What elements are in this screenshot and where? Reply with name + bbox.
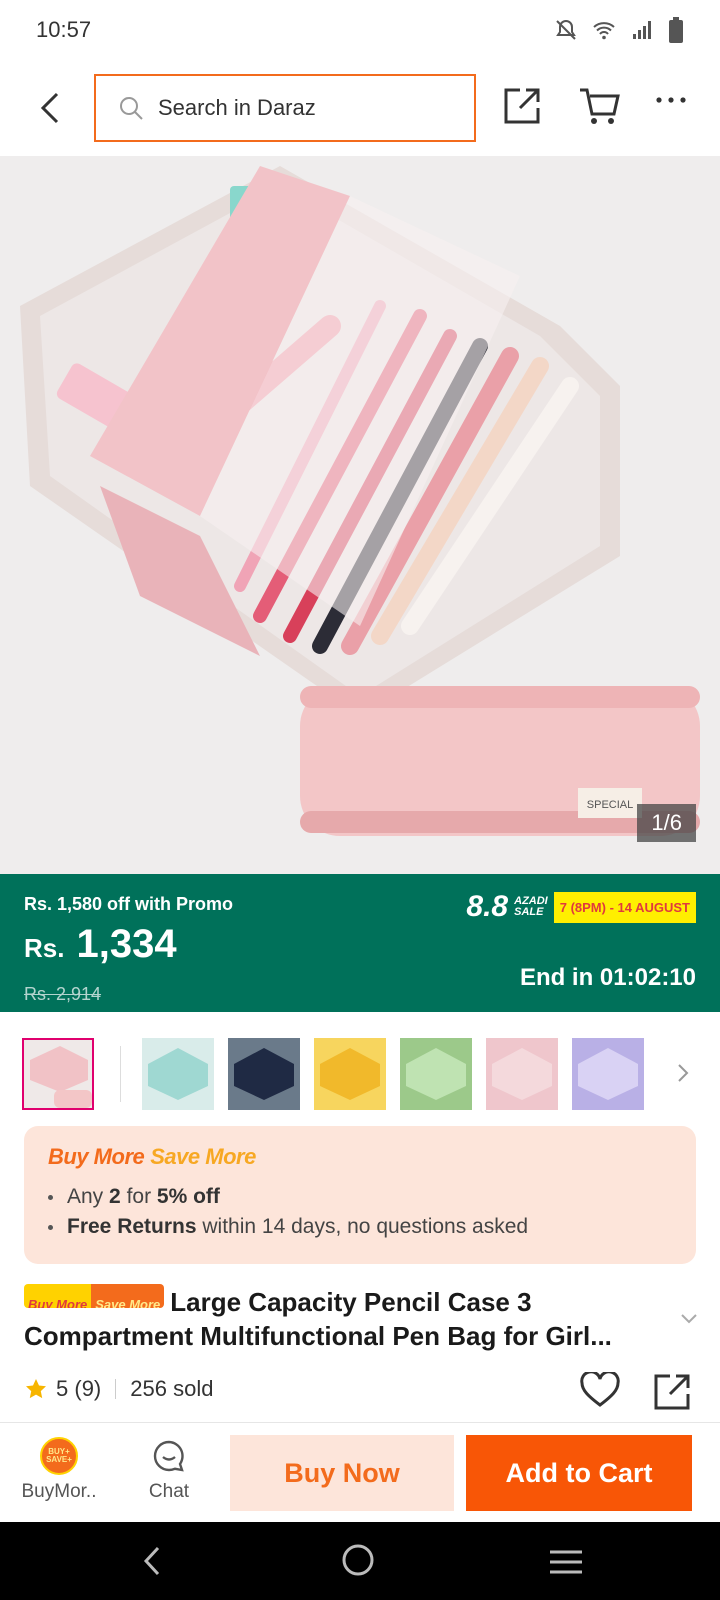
bullet-icon	[48, 1194, 53, 1200]
sold-count: 256 sold	[130, 1376, 214, 1401]
chevron-right-icon	[678, 1064, 689, 1082]
buymore-icon: BUY+ SAVE+	[40, 1437, 78, 1475]
system-recents-button[interactable]	[548, 1548, 584, 1581]
system-recents-icon	[550, 1550, 582, 1574]
share-icon	[654, 1374, 690, 1410]
chat-label: Chat	[148, 1481, 190, 1502]
add-to-cart-button[interactable]: Add to Cart	[466, 1435, 692, 1511]
chevron-down-icon	[681, 1314, 697, 1324]
buy-more-save-more-offers[interactable]: Buy More Save More Any 2 for 5% off Free …	[24, 1126, 696, 1264]
offers-title: Buy More Save More	[48, 1144, 256, 1169]
expand-title-button[interactable]	[680, 1312, 698, 1330]
thumbnail-navy[interactable]	[228, 1038, 300, 1110]
promo-price-banner: Rs. 1,580 off with Promo Rs. 1,334 Rs. 2…	[0, 874, 720, 1012]
system-back-button[interactable]	[140, 1544, 164, 1583]
heart-icon	[580, 1370, 620, 1407]
more-icon	[656, 97, 686, 103]
countdown-timer: End in 01:02:10	[519, 964, 696, 991]
share-icon	[504, 88, 540, 124]
back-button[interactable]	[30, 84, 70, 132]
chat-button[interactable]: Chat	[124, 1437, 214, 1503]
search-input[interactable]	[158, 95, 448, 121]
wifi-icon	[593, 22, 615, 40]
chat-icon	[150, 1437, 188, 1475]
chevron-left-icon	[40, 92, 59, 124]
system-home-button[interactable]	[340, 1542, 376, 1583]
campaign-dates: 7 (8PM) - 14 AUGUST	[553, 891, 696, 923]
campaign-number: 8.8	[466, 890, 509, 923]
wishlist-button[interactable]	[580, 1370, 620, 1413]
rating-row[interactable]: 5 (9) 256 sold	[24, 1376, 213, 1402]
cart-button[interactable]	[578, 86, 620, 131]
search-icon	[118, 95, 144, 121]
system-navigation-bar	[0, 1522, 720, 1600]
bullet-icon	[48, 1224, 53, 1230]
share-button[interactable]	[502, 86, 542, 131]
status-icons	[554, 17, 684, 43]
thumbnail-purple[interactable]	[572, 1038, 644, 1110]
share-product-button[interactable]	[652, 1372, 692, 1417]
system-back-icon	[143, 1546, 160, 1576]
current-price: Rs. 1,334	[24, 922, 177, 967]
image-counter: 1/6	[637, 804, 696, 842]
more-button[interactable]	[656, 92, 686, 110]
buy-more-save-more-badge: Buy More Save More	[24, 1284, 165, 1308]
variant-thumbnails	[0, 1038, 720, 1118]
campaign-badge: 8.8 AZADI SALE 7 (8PM) - 14 AUGUST	[466, 890, 696, 924]
thumbnail-mint[interactable]	[142, 1038, 214, 1110]
promo-discount-text: Rs. 1,580 off with Promo	[24, 894, 234, 914]
search-bar[interactable]	[94, 74, 476, 142]
bottom-action-bar: BUY+ SAVE+ BuyMor.. Chat Buy Now Add to …	[0, 1422, 720, 1522]
thumbnail-pink[interactable]	[486, 1038, 558, 1110]
offer-item-returns: Free Returns within 14 days, no question…	[48, 1212, 672, 1242]
product-title: Buy More Save More Large Capacity Pencil C…	[24, 1284, 664, 1353]
buymore-button[interactable]: BUY+ SAVE+ BuyMor..	[14, 1437, 104, 1503]
top-bar	[0, 62, 720, 154]
price-currency: Rs.	[24, 933, 65, 963]
thumbnail-divider	[120, 1046, 121, 1102]
mute-icon	[556, 19, 576, 40]
pencil-case-image: SPECIAL	[0, 156, 720, 874]
price-value: 1,334	[76, 922, 177, 966]
star-icon	[24, 1377, 48, 1401]
thumbnails-next-button[interactable]	[676, 1062, 690, 1089]
thumbnail-yellow[interactable]	[314, 1038, 386, 1110]
thumbnail-pink-selected[interactable]	[22, 1038, 94, 1110]
rating-value: 5	[56, 1376, 69, 1401]
system-home-icon	[342, 1544, 374, 1576]
original-price: Rs. 2,914	[24, 984, 102, 1004]
svg-text:SPECIAL: SPECIAL	[587, 799, 633, 811]
thumbnail-green[interactable]	[400, 1038, 472, 1110]
status-time: 10:57	[36, 17, 92, 42]
product-image-carousel[interactable]: SPECIAL 1/6	[0, 156, 720, 874]
cart-icon	[580, 88, 620, 124]
signal-icon	[633, 21, 651, 39]
buy-now-button[interactable]: Buy Now	[230, 1435, 454, 1511]
status-bar: 10:57	[0, 0, 720, 60]
divider	[115, 1379, 117, 1399]
offer-item-bundle: Any 2 for 5% off	[48, 1182, 672, 1212]
buymore-label: BuyMor..	[21, 1481, 97, 1502]
campaign-name: AZADI SALE	[514, 895, 548, 918]
product-title-block[interactable]: Buy More Save More Large Capacity Pencil C…	[24, 1284, 664, 1353]
battery-icon	[669, 17, 683, 43]
review-count: (9)	[74, 1376, 102, 1401]
